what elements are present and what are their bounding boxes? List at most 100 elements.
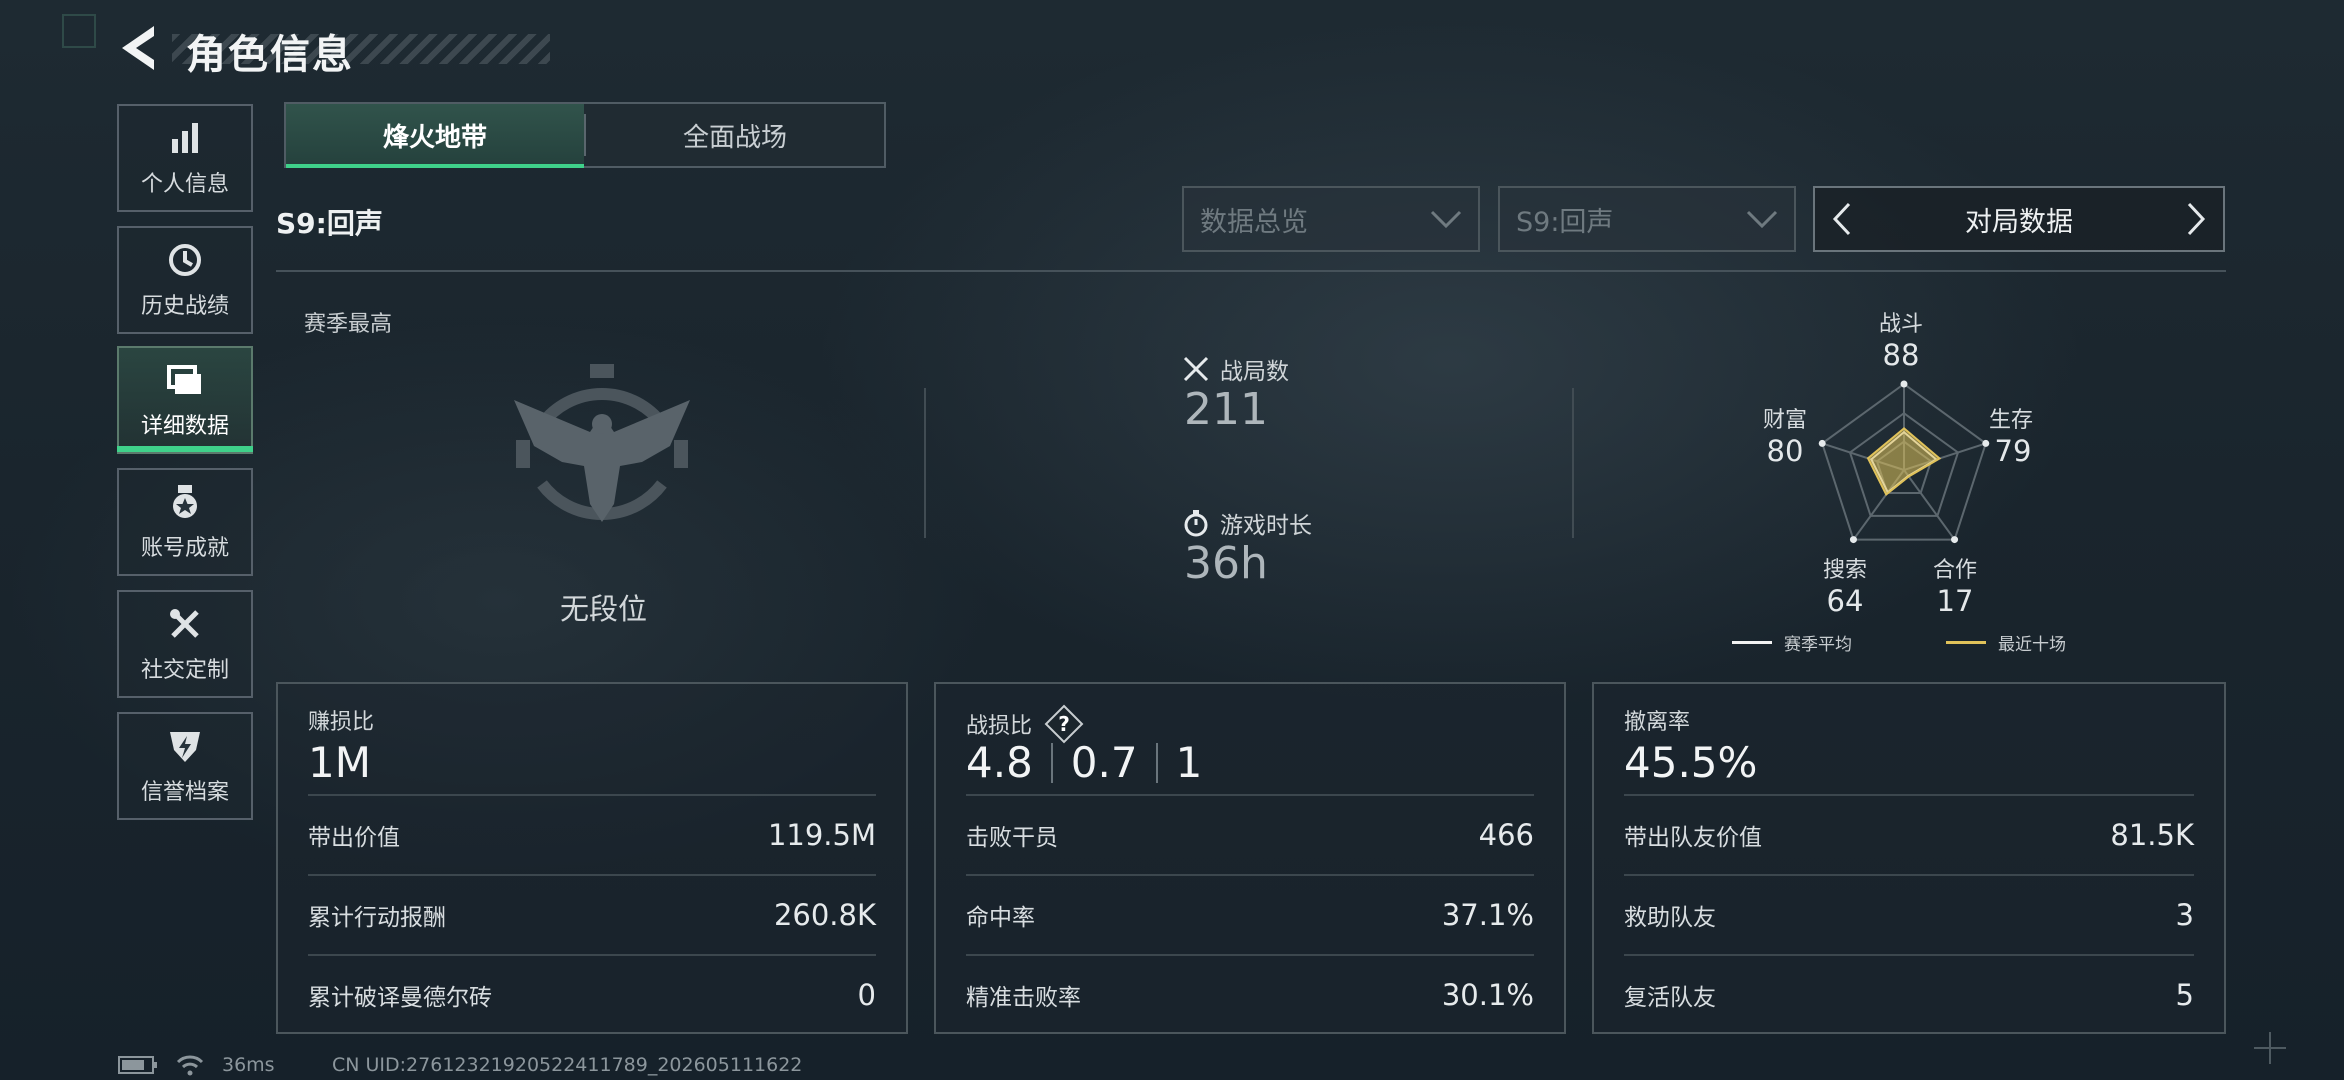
stat-row: 精准击败率 30.1%	[966, 954, 1534, 1034]
sidebar-item-history[interactable]: 历史战绩	[117, 226, 253, 334]
stat-row: 击败干员 466	[966, 794, 1534, 874]
tab-full-battlefield[interactable]: 全面战场	[586, 104, 884, 166]
svg-text:?: ?	[1058, 712, 1070, 736]
overview-divider	[924, 388, 926, 538]
history-clock-icon	[165, 240, 205, 280]
radar-legend-recent-ten: 最近十场	[1946, 630, 2066, 655]
radar-value-teamwork: 17	[1936, 584, 1974, 618]
back-arrow-icon	[122, 26, 154, 70]
view-dropdown-value: 数据总览	[1200, 206, 1308, 238]
chevron-down-icon	[1430, 210, 1462, 229]
chevron-left-icon	[1832, 202, 1851, 236]
sidebar-active-indicator	[117, 446, 253, 452]
stat-row: 带出队友价值 81.5K	[1624, 794, 2194, 874]
sidebar-item-label: 历史战绩	[140, 294, 229, 319]
stat-row-value: 81.5K	[2110, 818, 2194, 852]
corner-decoration	[62, 14, 96, 48]
view-dropdown[interactable]: 数据总览	[1182, 186, 1480, 252]
bar-chart-icon	[165, 118, 205, 158]
chevron-right-icon	[2187, 202, 2206, 236]
kd-values: 4.8 0.7 1	[966, 738, 1202, 787]
medal-icon	[165, 482, 205, 522]
stat-row: 累计破译曼德尔砖 0	[308, 954, 876, 1034]
season-dropdown-value: S9:回声	[1516, 206, 1614, 238]
stat-row-label: 带出队友价值	[1624, 825, 1762, 851]
section-divider	[276, 270, 2226, 272]
sidebar-item-label: 个人信息	[140, 172, 229, 197]
radar-legend-season-average: 赛季平均	[1732, 630, 1852, 655]
radar-value-combat: 88	[1882, 338, 1920, 372]
crossed-swords-icon	[1183, 356, 1209, 382]
mode-tabs: 烽火地带 全面战场	[284, 102, 886, 168]
card-title: 战损比	[966, 714, 1033, 739]
season-dropdown[interactable]: S9:回声	[1498, 186, 1796, 252]
data-pager: 对局数据	[1813, 186, 2225, 252]
overview-divider	[1572, 388, 1574, 538]
kd-value: 0.7	[1070, 738, 1138, 787]
sidebar-item-label: 详细数据	[140, 414, 229, 439]
status-bar: 36ms	[118, 1054, 275, 1076]
stat-row-label: 命中率	[966, 905, 1035, 931]
page-title: 角色信息	[186, 32, 354, 78]
tools-icon	[165, 604, 205, 644]
stat-row-value: 30.1%	[1441, 978, 1534, 1012]
uid-text: CN UID:27612321920522411789_202605111622	[332, 1054, 803, 1076]
radar-axis-dot	[1818, 439, 1826, 447]
rank-text: 无段位	[560, 592, 648, 626]
stat-row-value: 3	[2175, 898, 2194, 932]
stat-row-label: 带出价值	[308, 825, 400, 851]
stat-row-value: 119.5M	[767, 818, 876, 852]
legend-label: 最近十场	[1998, 635, 2066, 655]
matches-label: 战局数	[1182, 352, 1289, 386]
stat-row: 累计行动报酬 260.8K	[308, 874, 876, 954]
radar-axis-dot	[1982, 439, 1990, 447]
playtime-label: 游戏时长	[1182, 506, 1312, 540]
matches-label-text: 战局数	[1220, 359, 1289, 385]
sidebar-item-personal-info[interactable]: 个人信息	[117, 104, 253, 212]
radar-axis-dot	[1900, 380, 1908, 388]
battery-icon	[118, 1056, 157, 1074]
playtime-label-text: 游戏时长	[1220, 513, 1312, 539]
stat-row: 复活队友 5	[1624, 954, 2194, 1034]
tab-fenghuo[interactable]: 烽火地带	[286, 104, 584, 168]
corner-plus-icon	[2254, 1032, 2286, 1064]
sidebar-item-credit-record[interactable]: 信誉档案	[117, 712, 253, 820]
profit-loss-card: 赚损比 1M 带出价值 119.5M 累计行动报酬 260.8K 累计破译曼德尔砖 0	[276, 682, 908, 1034]
sidebar-item-social-custom[interactable]: 社交定制	[117, 590, 253, 698]
radar-label-combat: 战斗	[1878, 312, 1923, 337]
radar-axis-dot	[1849, 536, 1857, 544]
back-button[interactable]	[118, 24, 160, 72]
stat-row-label: 精准击败率	[966, 985, 1081, 1011]
chevron-down-icon	[1746, 210, 1778, 229]
stat-row-label: 救助队友	[1624, 905, 1716, 931]
card-big-value: 1M	[308, 738, 371, 787]
stat-row-label: 累计破译曼德尔砖	[308, 985, 492, 1011]
legend-label: 赛季平均	[1784, 635, 1852, 655]
stat-row-value: 5	[2175, 978, 2194, 1012]
extraction-rate-card: 撤离率 45.5% 带出队友价值 81.5K 救助队友 3 复活队友 5	[1592, 682, 2226, 1034]
rank-emblem-icon	[502, 354, 702, 554]
season-label: S9:回声	[276, 207, 383, 240]
stat-row: 命中率 37.1%	[966, 874, 1534, 954]
legend-swatch-white	[1732, 641, 1772, 644]
radar-value-search: 64	[1826, 584, 1864, 618]
stat-row-value: 260.8K	[773, 898, 876, 932]
sidebar-item-achievements[interactable]: 账号成就	[117, 468, 253, 576]
sidebar-item-label: 账号成就	[140, 536, 229, 561]
radar-series-recent-ten	[1866, 427, 1942, 497]
pager-label: 对局数据	[1965, 206, 2073, 238]
legend-swatch-gold	[1946, 641, 1986, 644]
radar-spoke	[1903, 469, 1956, 541]
pager-next-button[interactable]	[2179, 196, 2213, 242]
stat-row: 带出价值 119.5M	[308, 794, 876, 874]
radar-chart	[1818, 380, 1990, 544]
sidebar-item-label: 信誉档案	[140, 780, 229, 805]
sidebar-item-detailed-data[interactable]: 详细数据	[117, 346, 253, 454]
kd-divider	[1155, 742, 1158, 783]
stat-row-label: 击败干员	[966, 825, 1058, 851]
folders-icon	[165, 360, 205, 400]
card-big-value: 45.5%	[1624, 738, 1758, 787]
stat-row-value: 466	[1478, 818, 1534, 852]
pager-prev-button[interactable]	[1825, 196, 1859, 242]
sidebar-item-label: 社交定制	[140, 658, 229, 683]
